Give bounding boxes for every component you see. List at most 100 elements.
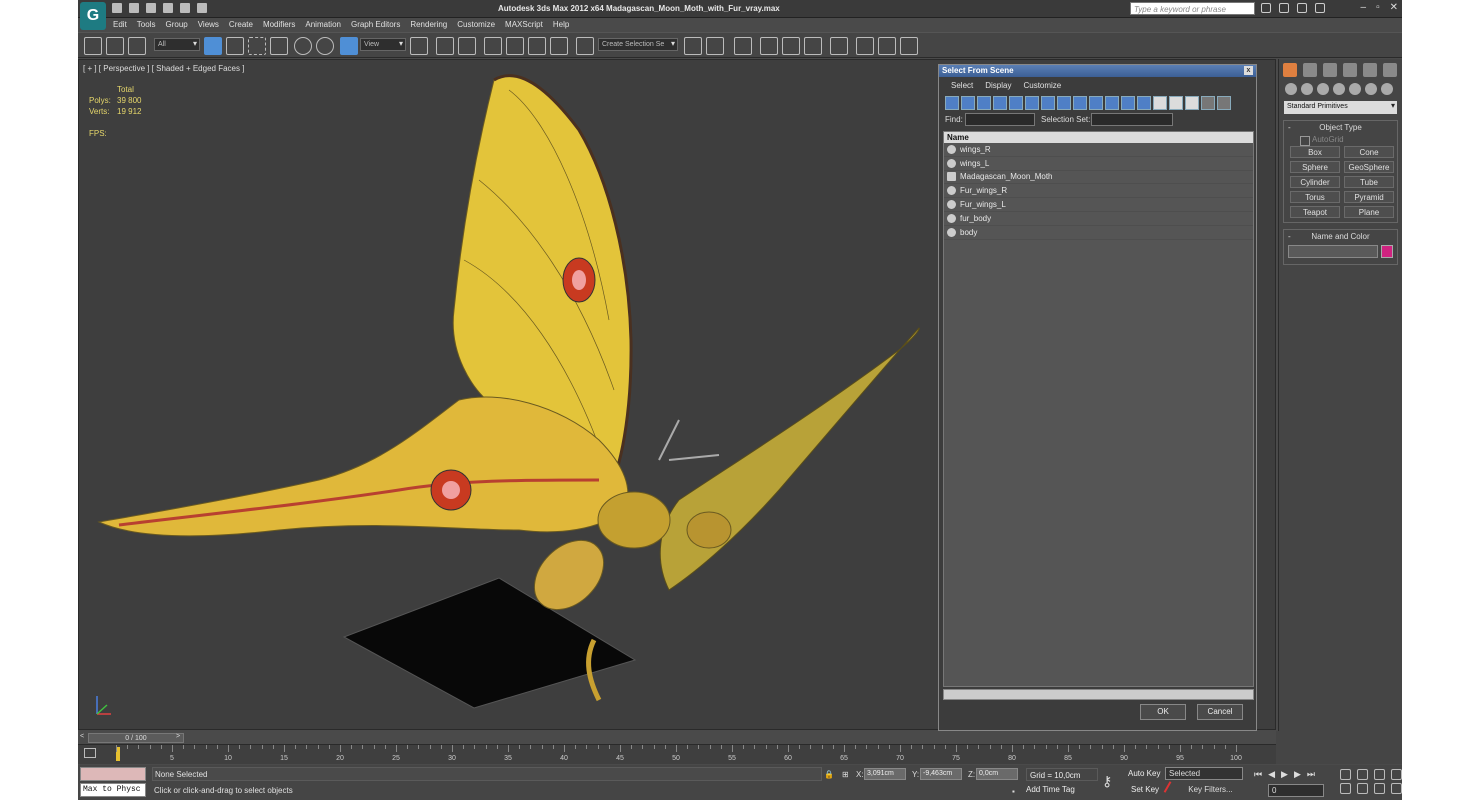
list-item[interactable]: wings_R — [944, 143, 1253, 157]
graphite-ribbon-icon[interactable] — [760, 37, 778, 55]
track-bar[interactable]: 5 10 15 20 25 30 35 40 45 50 55 60 65 70 75 80 85 90 95 100 — [78, 744, 1276, 764]
time-tag-icon[interactable]: ▪ — [1012, 787, 1015, 796]
plane-button[interactable]: Plane — [1344, 206, 1394, 218]
zoom-extents-icon[interactable] — [1374, 769, 1385, 780]
dialog-title-bar[interactable]: Select From Scene x — [939, 65, 1256, 77]
menu-rendering[interactable]: Rendering — [405, 18, 452, 32]
list-item[interactable]: fur_body — [944, 212, 1253, 226]
box-button[interactable]: Box — [1290, 146, 1340, 158]
list-item[interactable]: Madagascan_Moon_Moth — [944, 171, 1253, 185]
menu-help[interactable]: Help — [548, 18, 574, 32]
restore-icon[interactable]: ▫ — [1376, 2, 1380, 13]
next-frame-arrow-icon[interactable]: > — [176, 733, 180, 740]
rectangular-selection-icon[interactable] — [248, 37, 266, 55]
select-object-icon[interactable] — [204, 37, 222, 55]
systems-icon[interactable] — [1381, 83, 1393, 95]
lock-selection-icon[interactable]: 🔒 — [824, 770, 834, 779]
auto-key-button[interactable]: Auto Key — [1128, 769, 1160, 778]
minimize-icon[interactable]: – — [1361, 2, 1367, 13]
display-helpers-icon[interactable] — [1009, 96, 1023, 110]
pan-icon[interactable] — [1357, 783, 1368, 794]
align-icon[interactable] — [706, 37, 724, 55]
display-tab-icon[interactable] — [1363, 63, 1377, 77]
render-production-icon[interactable] — [900, 37, 918, 55]
primitive-category-dropdown[interactable]: Standard Primitives — [1284, 101, 1397, 114]
shapes-icon[interactable] — [1301, 83, 1313, 95]
field-of-view-icon[interactable] — [1340, 783, 1351, 794]
orbit-icon[interactable] — [1374, 783, 1385, 794]
trackbar-menu-icon[interactable] — [84, 748, 96, 758]
current-frame-field[interactable]: 0 — [1268, 784, 1324, 797]
display-hidden-icon[interactable] — [1121, 96, 1135, 110]
sphere-button[interactable]: Sphere — [1290, 161, 1340, 173]
previous-frame-icon[interactable]: ◀ — [1268, 769, 1275, 780]
object-name-input[interactable] — [1288, 245, 1379, 258]
display-spacewarps-icon[interactable] — [1025, 96, 1039, 110]
dialog-menu-select[interactable]: Select — [945, 80, 979, 91]
display-all-icon[interactable] — [1137, 96, 1151, 110]
find-input[interactable] — [965, 113, 1035, 126]
selection-set-dropdown[interactable] — [1091, 113, 1173, 126]
filter-options-icon[interactable] — [1217, 96, 1231, 110]
snap-toggle-icon[interactable] — [484, 37, 502, 55]
angle-snap-icon[interactable] — [506, 37, 524, 55]
scale-icon[interactable] — [340, 37, 358, 55]
cone-button[interactable]: Cone — [1344, 146, 1394, 158]
motion-tab-icon[interactable] — [1343, 63, 1357, 77]
display-shapes-icon[interactable] — [961, 96, 975, 110]
x-coordinate-field[interactable]: 3,091cm — [864, 768, 906, 780]
open-file-icon[interactable] — [129, 3, 139, 13]
object-type-title[interactable]: Object Type — [1284, 121, 1397, 134]
modify-tab-icon[interactable] — [1303, 63, 1317, 77]
horizontal-scrollbar[interactable] — [943, 689, 1254, 700]
hierarchy-tab-icon[interactable] — [1323, 63, 1337, 77]
display-bones-icon[interactable] — [1073, 96, 1087, 110]
render-setup-icon[interactable] — [856, 37, 874, 55]
name-color-title[interactable]: Name and Color — [1284, 230, 1397, 243]
curve-editor-icon[interactable] — [782, 37, 800, 55]
maxscript-mini-listener[interactable]: Max to Physc — [80, 783, 146, 797]
pyramid-button[interactable]: Pyramid — [1344, 191, 1394, 203]
menu-views[interactable]: Views — [193, 18, 224, 32]
autogrid-checkbox[interactable]: AutoGrid — [1284, 134, 1397, 146]
menu-animation[interactable]: Animation — [300, 18, 346, 32]
bind-spacewarp-icon[interactable] — [128, 37, 146, 55]
tools-icon[interactable] — [1279, 3, 1289, 13]
select-by-name-icon[interactable] — [226, 37, 244, 55]
helpers-icon[interactable] — [1349, 83, 1361, 95]
select-all-icon[interactable] — [1153, 96, 1167, 110]
display-containers-icon[interactable] — [1089, 96, 1103, 110]
menu-tools[interactable]: Tools — [132, 18, 161, 32]
undo-icon[interactable] — [163, 3, 173, 13]
key-selection-set-dropdown[interactable]: Selected — [1165, 767, 1243, 780]
help-icon[interactable] — [1315, 3, 1325, 13]
app-logo-icon[interactable]: G — [80, 2, 106, 30]
cylinder-button[interactable]: Cylinder — [1290, 176, 1340, 188]
link-icon[interactable] — [84, 37, 102, 55]
pivot-center-icon[interactable] — [410, 37, 428, 55]
set-key-button[interactable]: Set Key — [1131, 785, 1159, 794]
edit-named-selection-icon[interactable] — [576, 37, 594, 55]
mirror-icon[interactable] — [684, 37, 702, 55]
move-icon[interactable] — [294, 37, 312, 55]
dialog-menu-display[interactable]: Display — [979, 80, 1017, 91]
percent-snap-icon[interactable] — [528, 37, 546, 55]
list-item[interactable]: body — [944, 226, 1253, 240]
rendered-frame-window-icon[interactable] — [878, 37, 896, 55]
save-file-icon[interactable] — [146, 3, 156, 13]
scene-object-list[interactable]: Name wings_R wings_L Madagascan_Moon_Mot… — [943, 131, 1254, 687]
unlink-icon[interactable] — [106, 37, 124, 55]
menu-modifiers[interactable]: Modifiers — [258, 18, 300, 32]
y-coordinate-field[interactable]: -9,463cm — [920, 768, 962, 780]
zoom-extents-all-icon[interactable] — [1391, 769, 1402, 780]
new-file-icon[interactable] — [112, 3, 122, 13]
add-time-tag-button[interactable]: Add Time Tag — [1026, 785, 1075, 794]
select-none-icon[interactable] — [1169, 96, 1183, 110]
prev-frame-arrow-icon[interactable]: < — [80, 733, 84, 740]
display-geometry-icon[interactable] — [945, 96, 959, 110]
key-mode-icon[interactable] — [1163, 781, 1179, 797]
select-invert-icon[interactable] — [1185, 96, 1199, 110]
zoom-icon[interactable] — [1340, 769, 1351, 780]
filter-icon[interactable] — [1201, 96, 1215, 110]
reference-coord-dropdown[interactable]: View — [360, 38, 406, 51]
